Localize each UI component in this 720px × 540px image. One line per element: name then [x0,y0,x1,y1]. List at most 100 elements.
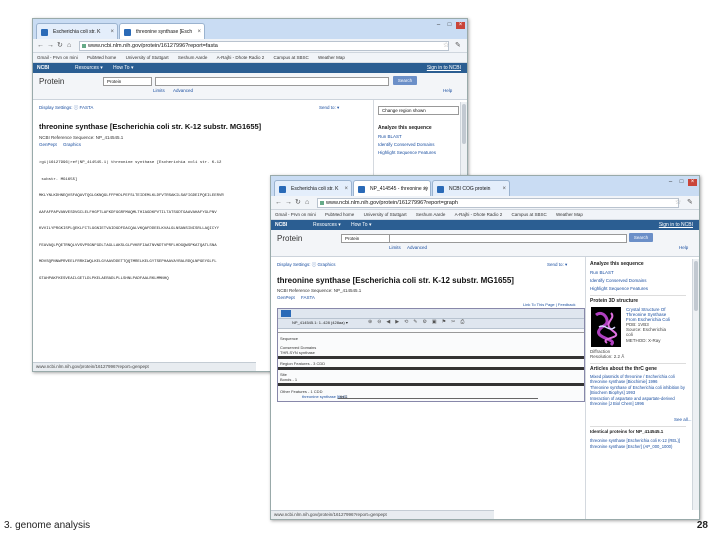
change-region-select[interactable]: Change region shown [378,106,459,115]
bookmark-item[interactable]: Weather Map [556,212,583,217]
minimize-icon[interactable]: – [434,22,443,29]
domain-bar[interactable] [278,356,584,359]
identical-link[interactable]: threonine synthase [Escherichia coli K-1… [590,438,680,443]
advanced-link[interactable]: Advanced [407,245,427,250]
help-link[interactable]: Help [443,88,452,93]
sequence-viewer[interactable]: NP_414545.1: 1..428 (428aa) ▾ ⊕⊖◀▶⟲✎⚙▣⚑✂… [277,308,585,402]
minimize-icon[interactable]: – [666,179,675,186]
forward-arrow-icon[interactable]: → [285,198,292,207]
scrollbar[interactable] [692,259,699,510]
viewer-tool-icons[interactable]: ⊕⊖◀▶⟲✎⚙▣⚑✂⎙ [368,319,469,325]
article-link[interactable]: Mixed plasmids of threonine / Escherichi… [590,374,688,384]
bookmark-star-icon[interactable]: ☆ [443,41,449,49]
viewer-overview-toolbar[interactable] [278,309,584,319]
wrench-menu-icon[interactable]: ✎ [687,198,693,206]
run-blast-link[interactable]: Run BLAST [590,270,614,275]
search-input[interactable] [389,234,627,243]
highlight-features-link[interactable]: Highlight Sequence Features [378,150,436,155]
url-field[interactable]: www.ncbi.nlm.nih.gov/protein/16127996?re… [79,41,449,51]
bookmark-item[interactable]: Seshum Aarde [416,212,446,217]
highlight-features-link[interactable]: Highlight Sequence Features [590,286,648,291]
bookmark-item[interactable]: Seshum Aarde [178,55,208,60]
resources-menu[interactable]: Resources ▾ [75,63,103,73]
advanced-link[interactable]: Advanced [173,88,193,93]
bookmark-item[interactable]: Gmail - Prvn on mini [37,55,78,60]
database-select[interactable]: Protein [341,234,390,243]
region-bar[interactable] [278,367,584,370]
genpept-link[interactable]: GenPept [277,295,295,300]
home-icon[interactable]: ⌂ [305,198,309,207]
ncbi-logo[interactable]: NCBI [275,220,287,230]
send-to-menu[interactable]: Send to: ▾ [547,262,567,268]
reload-icon[interactable]: ↻ [295,198,301,207]
maximize-icon[interactable]: □ [445,22,454,29]
link-to-page[interactable]: Link To This Page | Feedback [523,302,575,307]
back-arrow-icon[interactable]: ← [37,41,44,50]
conserved-domains-link[interactable]: Identify Conserved Domains [378,142,435,147]
close-tab-icon[interactable]: × [502,181,506,196]
bookmark-item[interactable]: A-Rajhi - Dhote Radio 2 [455,212,503,217]
limits-link[interactable]: Limits [153,88,165,93]
limits-link[interactable]: Limits [389,245,401,250]
forward-arrow-icon[interactable]: → [47,41,54,50]
identical-link[interactable]: threonine synthase [Escher] (AP_000_1000… [590,444,672,449]
display-settings[interactable]: Display Settings: ⓘ FASTA [39,105,93,111]
bookmark-item[interactable]: Weather Map [318,55,345,60]
howto-menu[interactable]: How To ▾ [351,220,371,230]
bookmark-item[interactable]: Campus at SBSC [273,55,308,60]
database-select[interactable]: Protein [103,77,152,86]
fasta-link[interactable]: FASTA [301,295,315,300]
url-field[interactable]: www.ncbi.nlm.nih.gov/protein/16127996?re… [317,198,679,208]
search-input[interactable] [155,77,389,86]
sign-in-link[interactable]: Sign in to NCBI [427,63,461,73]
back-arrow-icon[interactable]: ← [275,198,282,207]
ncbi-logo[interactable]: NCBI [37,63,49,73]
feature-line[interactable] [338,398,538,399]
browser-tab[interactable]: Escherichia coli str. K × [36,23,118,39]
genpept-link[interactable]: GenPept [39,142,57,147]
close-tab-icon[interactable]: × [197,24,201,39]
search-button[interactable]: Search [393,76,417,85]
wrench-menu-icon[interactable]: ✎ [455,41,461,49]
close-tab-icon[interactable]: × [423,181,427,196]
close-tab-icon[interactable]: × [110,24,114,39]
bookmark-star-icon[interactable]: ☆ [675,198,681,206]
browser-tab[interactable]: Escherichia coli str. K × [274,180,352,196]
bookmark-item[interactable]: PubMed home [87,55,116,60]
bookmark-item[interactable]: A-Rajhi - Dhote Radio 2 [217,55,265,60]
bookmark-item[interactable]: University of Stuttgart [126,55,169,60]
bookmark-item[interactable]: University of Stuttgart [364,212,407,217]
send-to-menu[interactable]: Send to: ▾ [319,105,339,111]
viewer-toolbar[interactable]: NP_414545.1: 1..428 (428aa) ▾ ⊕⊖◀▶⟲✎⚙▣⚑✂… [278,319,584,329]
reload-icon[interactable]: ↻ [57,41,63,50]
bookmark-item[interactable]: Gmail - Prvn on mini [275,212,316,217]
close-window-icon[interactable]: × [456,22,465,29]
sequence-selector[interactable]: NP_414545.1: 1..428 (428aa) ▾ [292,320,348,325]
run-blast-link[interactable]: Run BLAST [378,134,402,139]
maximize-icon[interactable]: □ [677,179,686,186]
close-tab-icon[interactable]: × [344,181,348,196]
display-settings[interactable]: Display Settings: ⓘ Graphics [277,262,336,268]
browser-tab-active[interactable]: NP_414545 - threonine sy × [353,180,431,196]
article-link[interactable]: Interaction of aspartate and aspartate-d… [590,396,688,406]
browser-tab[interactable]: NCBI COG protein × [432,180,510,196]
ncbi-header: NCBI Resources ▾ How To ▾ Sign in to NCB… [33,63,467,73]
analyze-heading: Analyze this sequence [378,125,432,131]
home-icon[interactable]: ⌂ [67,41,71,50]
help-link[interactable]: Help [679,245,688,250]
howto-menu[interactable]: How To ▾ [113,63,133,73]
browser-tab-active[interactable]: threonine synthase [Esch × [119,23,205,39]
resources-menu[interactable]: Resources ▾ [313,220,341,230]
protein-structure-image[interactable] [591,307,621,347]
graphics-link[interactable]: Graphics [63,142,81,147]
article-link[interactable]: Threonine synthase of Escherichia coli i… [590,385,688,395]
sign-in-link[interactable]: Sign in to NCBI [659,220,693,230]
close-window-icon[interactable]: × [688,179,697,186]
bookmark-item[interactable]: PubMed home [325,212,354,217]
bond-bar[interactable] [278,383,584,386]
see-all-link[interactable]: See all... [674,417,692,422]
viewer-region-marker[interactable] [281,310,291,317]
bookmark-item[interactable]: Campus at SBSC [511,212,546,217]
search-button[interactable]: Search [629,233,653,242]
conserved-domains-link[interactable]: Identify Conserved Domains [590,278,647,283]
